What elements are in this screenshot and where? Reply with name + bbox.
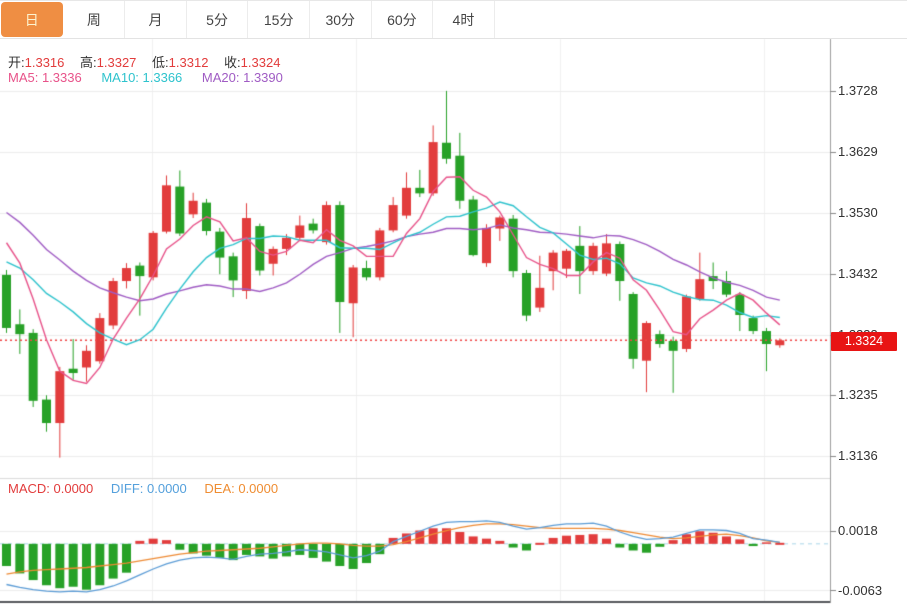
macd-axis-tick: 0.0018 [838,524,904,538]
ohlc-legend: 开:1.3316 高:1.3327 低:1.3312 收:1.3324 [8,52,292,71]
open-label: 开: [8,55,25,70]
dea-value: DEA: 0.0000 [204,481,278,496]
macd-axis-tick: -0.0063 [838,584,904,598]
low-value: 1.3312 [169,55,209,70]
price-axis-tick: 1.3728 [838,84,904,98]
current-price-tag: 1.3324 [831,332,897,351]
open-value: 1.3316 [25,55,65,70]
price-axis-tick: 1.3136 [838,449,904,463]
tab-week[interactable]: 周 [64,1,126,38]
period-tabbar: 日 周 月 5分 15分 30分 60分 4时 [0,1,907,39]
high-value: 1.3327 [97,55,137,70]
close-label: 收: [224,55,241,70]
ma5-legend: MA5: 1.3336 [8,70,82,85]
price-axis-tick: 1.3629 [838,145,904,159]
tab-4hour[interactable]: 4时 [433,1,495,38]
price-axis-tick: 1.3530 [838,206,904,220]
tab-5min[interactable]: 5分 [187,1,249,38]
high-label: 高: [80,55,97,70]
ma-legend: MA5: 1.3336 MA10: 1.3366 MA20: 1.3390 [8,70,299,85]
tab-30min[interactable]: 30分 [310,1,372,38]
tab-15min[interactable]: 15分 [248,1,310,38]
close-value: 1.3324 [241,55,281,70]
price-axis-tick: 1.3432 [838,267,904,281]
ma10-legend: MA10: 1.3366 [101,70,182,85]
macd-value: MACD: 0.0000 [8,481,93,496]
tab-60min[interactable]: 60分 [372,1,434,38]
kline-canvas[interactable] [0,1,907,604]
tab-month[interactable]: 月 [125,1,187,38]
kline-chart-widget: 日 周 月 5分 15分 30分 60分 4时 开:1.3316 高:1.332… [0,0,907,604]
low-label: 低: [152,55,169,70]
diff-value: DIFF: 0.0000 [111,481,187,496]
price-axis-tick: 1.3235 [838,388,904,402]
ma20-legend: MA20: 1.3390 [202,70,283,85]
tab-day[interactable]: 日 [1,2,63,37]
macd-legend: MACD: 0.0000 DIFF: 0.0000 DEA: 0.0000 [8,481,292,496]
